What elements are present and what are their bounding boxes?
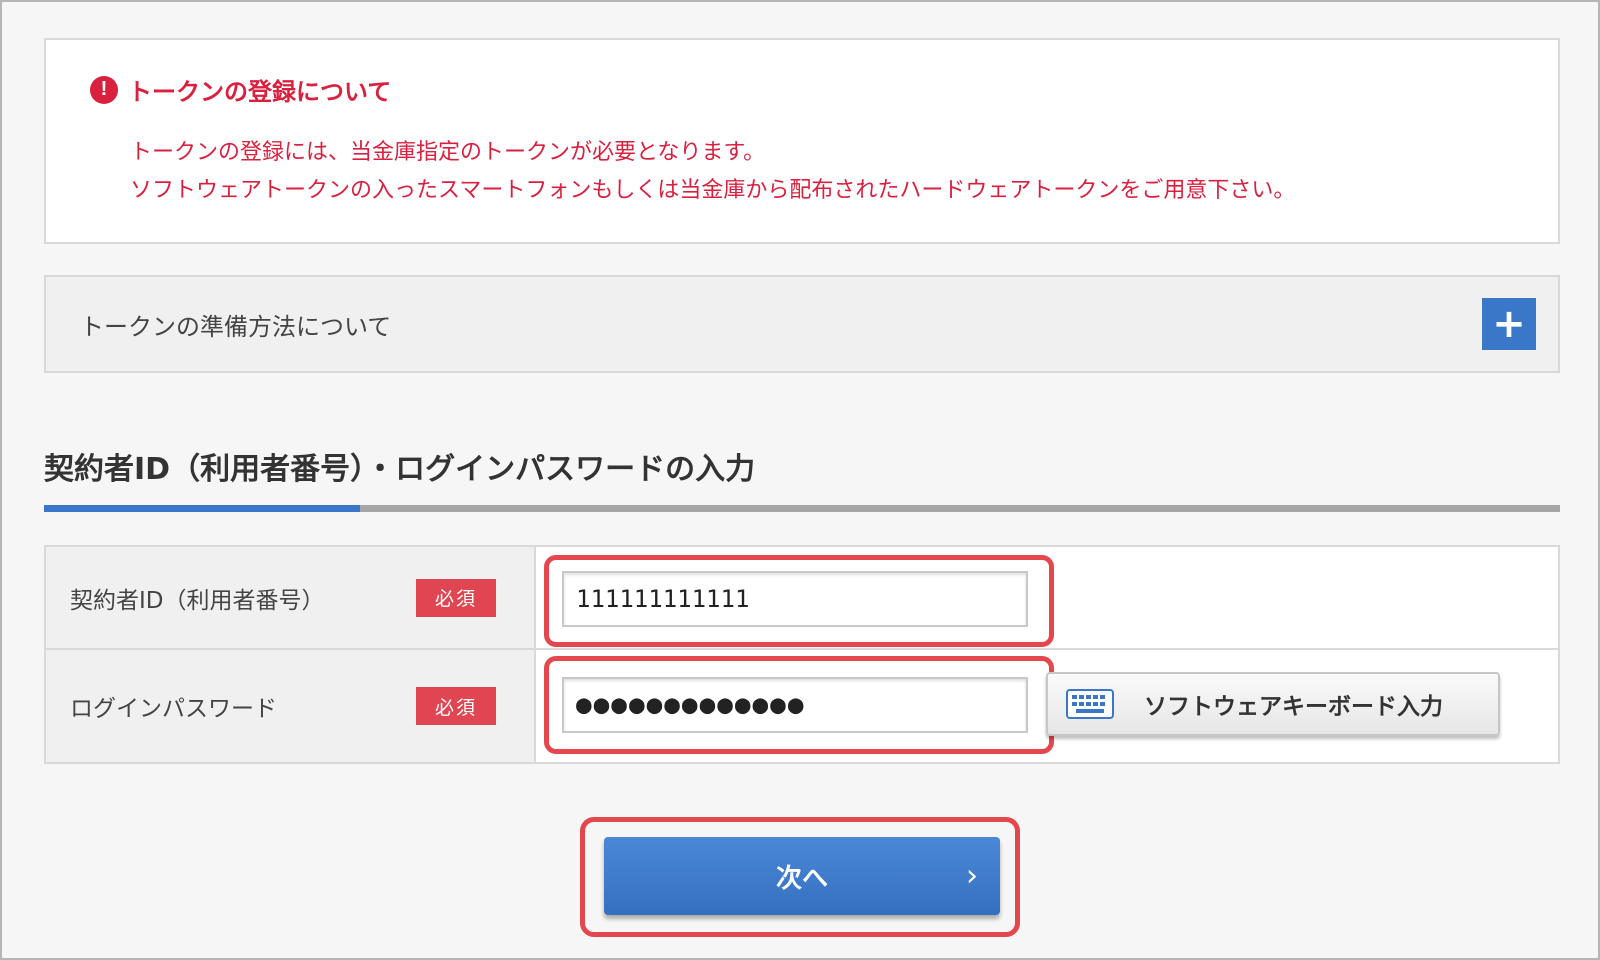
section-divider-accent (44, 505, 360, 512)
password-input[interactable] (562, 677, 1028, 733)
token-preparation-accordion[interactable]: トークンの準備方法について + (44, 275, 1560, 373)
password-label: ログインパスワード (70, 696, 277, 722)
notice-title-row: ! トークンの登録について (90, 72, 391, 107)
software-keyboard-label: ソフトウェアキーボード入力 (1144, 694, 1443, 720)
contract-id-label-cell: 契約者ID（利用者番号） 必須 (46, 547, 536, 648)
contract-id-label: 契約者ID（利用者番号） (70, 587, 325, 614)
accordion-label: トークンの準備方法について (80, 312, 392, 341)
software-keyboard-button[interactable]: ソフトウェアキーボード入力 (1046, 672, 1500, 736)
password-label-cell: ログインパスワード 必須 (46, 650, 536, 762)
next-button-label: 次へ (775, 863, 828, 894)
section-title: 契約者ID（利用者番号）・ログインパスワードの入力 (44, 452, 756, 487)
page-frame: ! トークンの登録について トークンの登録には、当金庫指定のトークンが必要となり… (0, 0, 1600, 960)
required-badge: 必須 (416, 687, 496, 725)
contract-id-input[interactable] (562, 571, 1028, 627)
keyboard-icon (1066, 689, 1114, 719)
notice-box: ! トークンの登録について トークンの登録には、当金庫指定のトークンが必要となり… (44, 38, 1560, 244)
login-form-table: 契約者ID（利用者番号） 必須 ログインパスワード 必須 (44, 545, 1560, 764)
section-divider (44, 505, 1560, 512)
password-row: ログインパスワード 必須 ●●●●●●●●●●●●● ソフトウェアキーボード入力 (46, 650, 1558, 762)
contract-id-row: 契約者ID（利用者番号） 必須 (46, 547, 1558, 650)
required-badge: 必須 (416, 578, 496, 617)
notice-title: トークンの登録について (128, 78, 392, 106)
contract-id-input-cell (536, 547, 1558, 648)
password-input-cell: ソフトウェアキーボード入力 (536, 650, 1558, 762)
exclamation-circle-icon: ! (90, 75, 118, 104)
notice-body: トークンの登録には、当金庫指定のトークンが必要となります。 ソフトウェアトークン… (130, 134, 1295, 210)
next-button[interactable]: 次へ › (604, 837, 1000, 915)
chevron-right-icon: › (966, 858, 978, 894)
notice-line-1: トークンの登録には、当金庫指定のトークンが必要となります。 (130, 140, 766, 165)
plus-icon[interactable]: + (1482, 298, 1536, 350)
notice-line-2: ソフトウェアトークンの入ったスマートフォンもしくは当金庫から配布されたハードウェ… (130, 178, 1296, 203)
